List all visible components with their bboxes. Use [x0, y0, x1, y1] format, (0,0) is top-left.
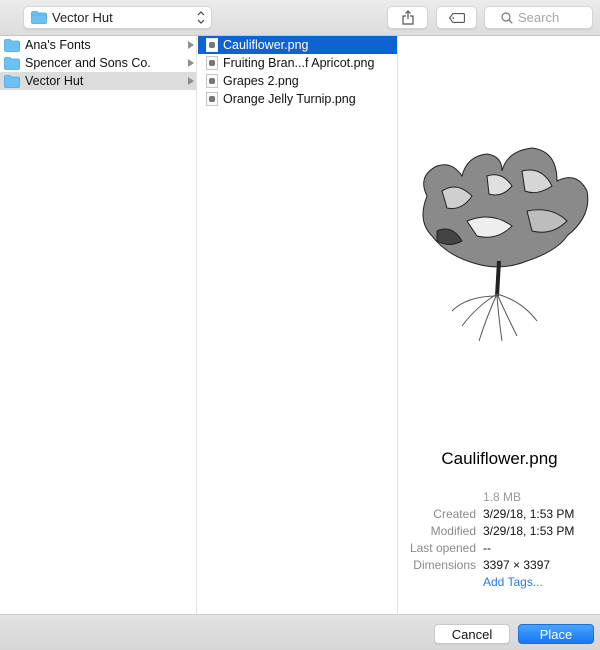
created-row: Created 3/29/18, 1:53 PM	[399, 506, 600, 523]
search-field[interactable]	[484, 6, 593, 29]
folder-icon	[4, 74, 20, 88]
tags-row: Add Tags...	[399, 574, 600, 591]
folder-icon	[4, 38, 20, 52]
location-popup[interactable]: Vector Hut	[23, 6, 212, 29]
size-row: 1.8 MB	[399, 489, 600, 506]
folder-name: Vector Hut	[25, 74, 84, 88]
modified-value: 3/29/18, 1:53 PM	[483, 524, 575, 538]
dimensions-label: Dimensions	[413, 558, 476, 572]
disclosure-arrow-icon	[188, 59, 194, 67]
search-input[interactable]	[518, 10, 588, 25]
preview-pane: Cauliflower.png 1.8 MB Created 3/29/18, …	[399, 36, 600, 614]
last-opened-label: Last opened	[409, 541, 476, 555]
tag-icon	[448, 12, 465, 23]
file-name: Orange Jelly Turnip.png	[223, 92, 356, 106]
dialog-footer: Cancel Place	[0, 614, 600, 650]
folder-name: Ana's Fonts	[25, 38, 91, 52]
sidebar-item-anas-fonts[interactable]: Ana's Fonts	[0, 36, 196, 54]
image-file-icon	[206, 92, 218, 106]
folder-name: Spencer and Sons Co.	[25, 56, 151, 70]
share-icon	[401, 10, 414, 25]
sidebar-item-spencer-and-sons[interactable]: Spencer and Sons Co.	[0, 54, 196, 72]
preview-file-name: Cauliflower.png	[441, 449, 558, 468]
disclosure-arrow-icon	[188, 41, 194, 49]
last-opened-value: --	[483, 541, 491, 555]
cauliflower-preview-image	[422, 147, 589, 342]
created-value: 3/29/18, 1:53 PM	[483, 507, 575, 521]
add-tags-link[interactable]: Add Tags...	[483, 574, 543, 591]
toolbar: Vector Hut	[0, 0, 600, 36]
created-label: Created	[433, 507, 476, 521]
modified-row: Modified 3/29/18, 1:53 PM	[399, 523, 600, 540]
file-metadata: 1.8 MB Created 3/29/18, 1:53 PM Modified…	[399, 489, 600, 591]
chevron-updown-icon	[197, 11, 205, 24]
file-item-fruiting-branch[interactable]: Fruiting Bran...f Apricot.png	[198, 54, 397, 72]
sidebar-item-vector-hut[interactable]: Vector Hut	[0, 72, 196, 90]
file-size: 1.8 MB	[483, 490, 522, 504]
disclosure-arrow-icon	[188, 77, 194, 85]
file-item-orange-jelly-turnip[interactable]: Orange Jelly Turnip.png	[198, 90, 397, 108]
cancel-button[interactable]: Cancel	[434, 624, 510, 644]
search-icon	[501, 11, 513, 24]
image-file-icon	[206, 56, 218, 70]
folder-icon	[4, 56, 20, 70]
file-name: Cauliflower.png	[223, 38, 309, 52]
file-name: Fruiting Bran...f Apricot.png	[223, 56, 375, 70]
file-name: Grapes 2.png	[223, 74, 299, 88]
file-item-grapes[interactable]: Grapes 2.png	[198, 72, 397, 90]
dimensions-value: 3397 × 3397	[483, 558, 551, 572]
location-label: Vector Hut	[52, 10, 113, 25]
image-file-icon	[206, 38, 218, 52]
tag-button[interactable]	[436, 6, 477, 29]
dimensions-row: Dimensions 3397 × 3397	[399, 557, 600, 574]
file-column: Cauliflower.png Fruiting Bran...f Aprico…	[198, 36, 398, 614]
modified-label: Modified	[430, 524, 476, 538]
image-file-icon	[206, 74, 218, 88]
file-item-cauliflower[interactable]: Cauliflower.png	[198, 36, 397, 54]
share-button[interactable]	[387, 6, 428, 29]
place-button[interactable]: Place	[518, 624, 594, 644]
folder-column: Ana's Fonts Spencer and Sons Co. Vector …	[0, 36, 197, 614]
last-opened-row: Last opened --	[399, 540, 600, 557]
folder-icon	[31, 11, 47, 24]
